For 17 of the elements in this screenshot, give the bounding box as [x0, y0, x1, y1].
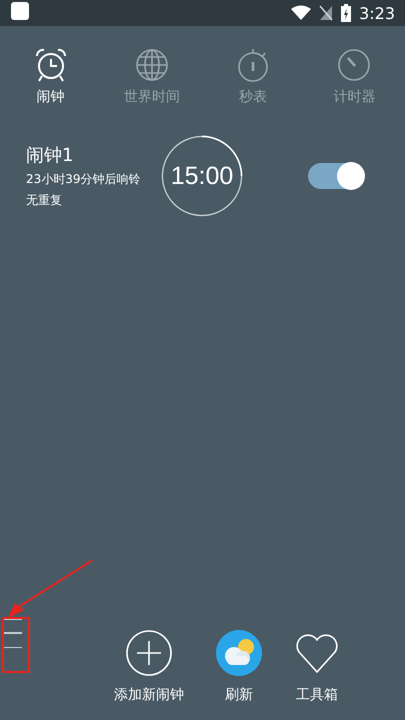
no-signal-icon — [319, 5, 334, 21]
plus-icon — [126, 630, 172, 676]
alarm-name: 闹钟1 — [26, 144, 74, 167]
toggle-switch[interactable] — [308, 163, 364, 189]
highlight-frame — [2, 617, 30, 673]
wifi-icon — [291, 5, 312, 21]
tab[interactable]: 闹钟 — [0, 46, 101, 106]
battery-charging-icon — [341, 4, 352, 22]
notification-icon — [10, 1, 30, 21]
repeat-text: 无重复 — [26, 192, 63, 209]
clock-time: 3:23 — [359, 4, 395, 22]
action-button[interactable]: 刷新 — [211, 630, 267, 704]
action-button[interactable]: 工具箱 — [289, 630, 345, 704]
time-dial[interactable]: 15:00 — [161, 135, 243, 217]
action-button[interactable]: 添加新闹钟 — [109, 630, 189, 704]
countdown-text: 23小时39分钟后响铃 — [26, 171, 142, 188]
cloud-sun-icon — [216, 630, 262, 676]
